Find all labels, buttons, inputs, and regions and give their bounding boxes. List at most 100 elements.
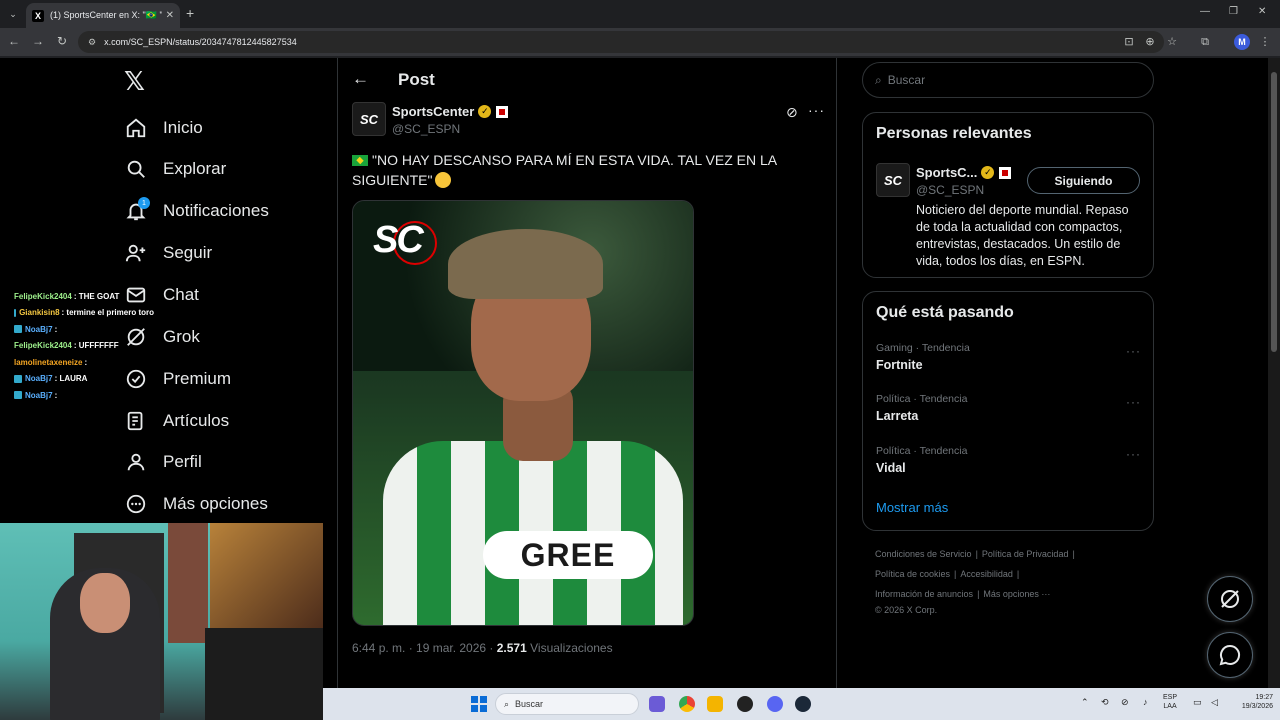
grok-floating-button[interactable] [1207, 576, 1253, 622]
minimize-button[interactable]: — [1200, 6, 1210, 17]
scrollbar-thumb[interactable] [1271, 72, 1277, 352]
discord-app-icon[interactable] [767, 696, 783, 712]
footer-link[interactable]: Información de anuncios [875, 589, 973, 599]
teams-app-icon[interactable] [649, 696, 665, 712]
nav-item-label: Chat [163, 285, 199, 304]
author-avatar[interactable]: SC [352, 102, 386, 136]
show-more-link[interactable]: Mostrar más [876, 500, 948, 515]
address-bar[interactable]: ⚙ x.com/SC_ESPN/status/20347478124458275… [78, 31, 1164, 53]
search-input[interactable]: ⌕ Buscar [862, 62, 1154, 98]
install-app-icon[interactable]: ⊡ [1122, 35, 1136, 49]
trend-item[interactable]: Política · Tendencia Larreta ··· [876, 393, 1141, 423]
tab-close-icon[interactable]: ✕ [166, 10, 174, 21]
taskbar-clock[interactable]: 19:27 19/3/2026 [1223, 693, 1273, 711]
footer-link[interactable]: Política de Privacidad [982, 549, 1069, 559]
close-window-button[interactable]: ✕ [1258, 6, 1266, 17]
footer-separator: | [954, 569, 957, 579]
views-label: Visualizaciones [526, 641, 613, 655]
author-handle[interactable]: @SC_ESPN [392, 122, 460, 136]
post-timestamp[interactable]: 6:44 p. m. · 19 mar. 2026 · [352, 641, 497, 655]
chat-username: FelipeKick2404 [14, 341, 72, 351]
tray-mute-icon[interactable]: ⊘ [1121, 697, 1129, 708]
trends-card: Qué está pasando Gaming · Tendencia Fortn… [862, 291, 1154, 531]
volume-icon[interactable]: ◁ [1211, 697, 1218, 708]
clock-date: 19/3/2026 [1241, 703, 1273, 710]
windows-start-icon[interactable] [471, 696, 487, 712]
nav-item-9[interactable]: Más opciones [124, 486, 268, 522]
relevant-name[interactable]: SportsC... ✓ [916, 165, 1012, 180]
footer-separator: | [977, 589, 980, 599]
footer-link[interactable]: Política de cookies [875, 569, 950, 579]
messages-floating-button[interactable] [1207, 632, 1253, 678]
x-logo-icon[interactable]: 𝕏 [124, 68, 150, 94]
restore-button[interactable]: ❐ [1229, 6, 1238, 17]
nav-item-8[interactable]: Perfil [124, 444, 202, 480]
chrome-app-icon[interactable] [679, 696, 695, 712]
bell-icon: 1 [124, 197, 150, 223]
chat-username: Giankisin8 [19, 308, 60, 318]
steam-app-icon[interactable] [795, 696, 811, 712]
author-name[interactable]: SportsCenter ✓ [392, 104, 509, 119]
network-icon[interactable]: ▭ [1193, 697, 1202, 708]
chat-badge-icon [14, 374, 22, 383]
nav-item-label: Perfil [163, 452, 202, 471]
article-icon [124, 409, 148, 433]
back-arrow-icon[interactable]: ← [352, 69, 369, 89]
browser-menu-icon[interactable]: ⋮ [1258, 35, 1272, 49]
verified-badge-icon: ✓ [478, 105, 492, 118]
footer-link[interactable]: Más opciones ··· [983, 589, 1050, 599]
nav-item-2[interactable]: 1 Notificaciones [124, 193, 269, 229]
site-info-icon[interactable]: ⚙ [88, 37, 96, 48]
trend-more-icon[interactable]: ··· [1126, 395, 1141, 409]
browser-tab[interactable]: X (1) SportsCenter en X: "🇧🇷 "NO H ✕ [26, 3, 180, 28]
forward-button[interactable]: → [30, 34, 46, 48]
tray-mic-icon[interactable]: ♪ [1143, 697, 1148, 707]
relevant-bio: Noticiero del deporte mundial. Repaso de… [916, 203, 1129, 268]
chat-message: Giankisin8: termine el primero toro [14, 305, 154, 322]
obs-app-icon[interactable] [737, 696, 753, 712]
bookmark-star-icon[interactable]: ☆ [1165, 35, 1179, 49]
zoom-icon[interactable]: ⊕ [1143, 35, 1157, 49]
nav-item-3[interactable]: Seguir [124, 235, 212, 271]
trend-item[interactable]: Gaming · Tendencia Fortnite ··· [876, 342, 1141, 372]
relevant-handle[interactable]: @SC_ESPN [916, 183, 984, 197]
trend-more-icon[interactable]: ··· [1126, 447, 1141, 461]
tray-chevron-icon[interactable]: ⌃ [1081, 697, 1089, 708]
extensions-icon[interactable]: ⧉ [1198, 35, 1212, 49]
tray-app-icon[interactable]: ⟲ [1101, 697, 1109, 708]
reload-button[interactable]: ↻ [54, 34, 70, 48]
trend-name: Vidal [876, 461, 906, 475]
grok-explain-icon[interactable]: ⊘ [786, 104, 798, 121]
sportscenter-watermark: SC [373, 219, 424, 261]
back-button[interactable]: ← [6, 34, 22, 48]
more-options-icon[interactable]: ··· [808, 102, 825, 118]
trend-category: Política · Tendencia [876, 445, 968, 457]
post-meta: 6:44 p. m. · 19 mar. 2026 · 2.571 Visual… [352, 641, 613, 655]
nav-item-1[interactable]: Explorar [124, 151, 226, 187]
trend-item[interactable]: Política · Tendencia Vidal ··· [876, 445, 1141, 475]
sunglasses-emoji-icon [435, 172, 452, 188]
trend-more-icon[interactable]: ··· [1126, 344, 1141, 358]
file-explorer-icon[interactable] [707, 696, 723, 712]
post-image[interactable]: SC GREE [352, 200, 694, 626]
footer-link[interactable]: Accesibilidad [960, 569, 1013, 579]
taskbar-search[interactable]: ⌕ Buscar [495, 693, 639, 715]
x-favicon-icon: X [32, 9, 44, 22]
following-button[interactable]: Siguiendo [1027, 167, 1140, 194]
language-indicator[interactable]: ESP LAA [1163, 693, 1177, 711]
verified-badge-icon: ✓ [981, 166, 995, 179]
chat-badge-icon [14, 325, 22, 334]
nav-item-0[interactable]: Inicio [124, 110, 203, 146]
post-header: ← Post [338, 58, 836, 102]
search-icon: ⌕ [875, 72, 882, 87]
profile-avatar[interactable]: M [1234, 34, 1250, 50]
nav-item-7[interactable]: Artículos [124, 403, 229, 439]
new-tab-button[interactable]: + [186, 5, 194, 21]
footer-link[interactable]: Condiciones de Servicio [875, 549, 972, 559]
relevant-avatar[interactable]: SC [876, 163, 910, 197]
nav-item-label: Artículos [163, 411, 230, 430]
person-icon [124, 450, 148, 474]
url-text: x.com/SC_ESPN/status/2034747812445827534 [104, 37, 297, 47]
chat-username: NoaBj7 [25, 374, 53, 384]
tab-list-button[interactable]: ⌄ [4, 5, 22, 23]
